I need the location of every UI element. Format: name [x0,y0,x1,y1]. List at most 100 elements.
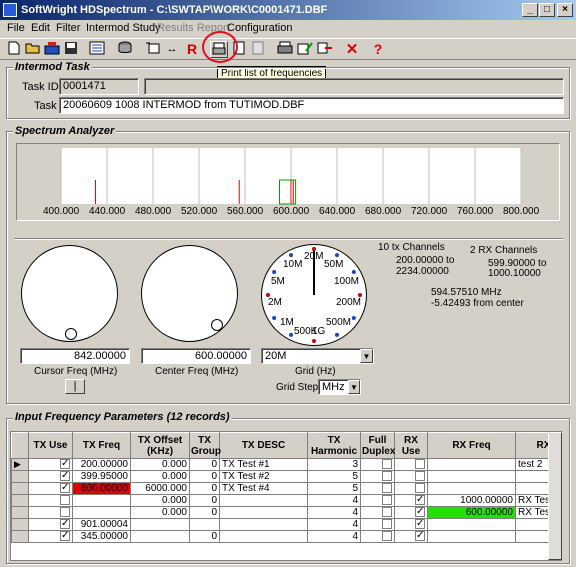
tx-desc-cell[interactable]: TX Test #1 [219,458,308,471]
rx-freq-cell[interactable]: 600.00000 [427,506,516,519]
tx-desc-cell[interactable] [219,506,308,519]
tx-offset-cell[interactable]: 0.000 [130,470,190,483]
checkbox[interactable] [60,459,70,470]
task-field[interactable]: 20060609 1008 INTERMOD from TUTIMOD.DBF [59,97,564,114]
results-r-icon[interactable]: R [183,41,201,58]
checkbox[interactable] [415,483,425,494]
table-row[interactable]: 399.950000.0000TX Test #25 [11,470,561,483]
report-grid-icon[interactable] [249,41,267,58]
tx-freq-cell[interactable] [72,494,131,507]
checkbox[interactable] [415,459,425,470]
cursor-freq-field[interactable]: 842.00000 [20,348,130,364]
tx-harmonic-cell[interactable]: 5 [307,482,361,495]
rx-freq-cell[interactable]: 1000.00000 [427,494,516,507]
checkbox[interactable] [415,519,425,530]
checkbox[interactable] [60,519,70,530]
cursor-freq-knob[interactable] [21,245,118,342]
tx-freq-cell[interactable]: 901.00004 [72,518,131,531]
table-vertical-scrollbar[interactable] [548,432,562,560]
checkbox[interactable] [60,483,70,494]
tx-freq-cell[interactable]: 345.00000 [72,530,131,543]
range-arrows-icon[interactable]: ↔ [163,41,181,58]
column-header[interactable]: TX DESC [219,432,308,459]
maximize-button[interactable]: □ [539,3,555,17]
checkbox[interactable] [60,507,70,518]
full-duplex-checkbox[interactable] [360,494,395,507]
column-header[interactable]: TX Offset (KHz) [130,432,190,459]
grid-step-select[interactable]: MHz ▼ [318,379,361,395]
delete-x-icon[interactable]: ✕ [343,41,361,58]
checkbox[interactable] [415,471,425,482]
column-header[interactable]: TX Group [189,432,221,459]
row-selector[interactable] [11,530,29,543]
checkbox[interactable] [415,531,425,542]
import-icon[interactable] [43,41,61,58]
row-selector[interactable] [11,494,29,507]
center-freq-knob[interactable] [141,245,238,342]
tx-use-checkbox[interactable] [28,482,73,495]
minimize-button[interactable]: _ [522,3,538,17]
checkbox[interactable] [382,495,392,506]
checkbox[interactable] [382,483,392,494]
column-header[interactable]: TX Freq [72,432,131,459]
tx-use-checkbox[interactable] [28,506,73,519]
tx-desc-cell[interactable]: TX Test #2 [219,470,308,483]
rx-freq-cell[interactable] [427,482,516,495]
spectrum-plot[interactable]: 400.000 440.000 480.000 520.000 560.000 600.0… [16,143,560,221]
full-duplex-checkbox[interactable] [360,518,395,531]
grid-step-arrow-icon[interactable]: ▼ [348,380,360,394]
row-selector[interactable] [11,470,29,483]
menu-intermod-study[interactable]: Intermod Study [86,22,161,34]
table-row[interactable]: 345.00000 0 4 [11,530,561,543]
full-duplex-checkbox[interactable] [360,470,395,483]
rx-use-checkbox[interactable] [394,530,428,543]
save-disk-icon[interactable] [62,41,80,58]
column-header[interactable]: TX Use [28,432,73,459]
checkbox[interactable] [382,519,392,530]
printer-icon[interactable] [276,41,294,58]
tx-desc-cell[interactable] [219,530,308,543]
checkbox[interactable] [382,471,392,482]
tx-desc-cell[interactable]: TX Test #4 [219,482,308,495]
tx-freq-cell[interactable]: 399.95000 [72,470,131,483]
table-row[interactable]: 0.00004600.00000RX Test 2 [11,506,561,519]
checkbox[interactable] [60,495,70,506]
tx-offset-cell[interactable] [130,518,190,531]
column-header[interactable]: TX Harmonic [307,432,361,459]
column-header[interactable]: Full Duplex [360,432,395,459]
menu-filter[interactable]: Filter [56,22,80,34]
export-icon[interactable] [316,41,334,58]
rx-use-checkbox[interactable] [394,482,428,495]
help-icon[interactable]: ? [369,41,387,58]
grid-dropdown-arrow-icon[interactable]: ▼ [360,349,373,363]
tx-harmonic-cell[interactable]: 4 [307,530,361,543]
rx-use-checkbox[interactable] [394,494,428,507]
row-selector[interactable] [11,482,29,495]
full-duplex-checkbox[interactable] [360,530,395,543]
checkbox[interactable] [415,495,425,506]
tx-group-cell[interactable] [189,518,220,531]
rx-use-checkbox[interactable] [394,506,428,519]
tx-group-cell[interactable]: 0 [189,494,220,507]
checkbox[interactable] [382,531,392,542]
column-header[interactable]: RX Freq [427,432,516,459]
checkbox[interactable] [415,507,425,518]
tx-offset-cell[interactable] [130,530,190,543]
checkbox[interactable] [382,507,392,518]
column-header[interactable]: RX Use [394,432,428,459]
database-icon[interactable] [116,41,134,58]
rx-freq-cell[interactable] [427,518,516,531]
tx-group-cell[interactable]: 0 [189,470,220,483]
full-duplex-checkbox[interactable] [360,482,395,495]
close-window-button[interactable]: × [557,3,573,17]
menu-file[interactable]: File [7,22,25,34]
center-freq-field[interactable]: 600.00000 [141,348,251,364]
grid-dial[interactable]: 20M 50M 100M 200M 500M 1G 500K 1M 2M 5M … [261,244,367,346]
checkbox[interactable] [60,531,70,542]
rx-freq-cell[interactable] [427,458,516,471]
tx-harmonic-cell[interactable]: 3 [307,458,361,471]
tx-offset-cell[interactable]: 0.000 [130,458,190,471]
cursor-small-button[interactable]: | [65,379,85,394]
tx-use-checkbox[interactable] [28,458,73,471]
rx-use-checkbox[interactable] [394,470,428,483]
